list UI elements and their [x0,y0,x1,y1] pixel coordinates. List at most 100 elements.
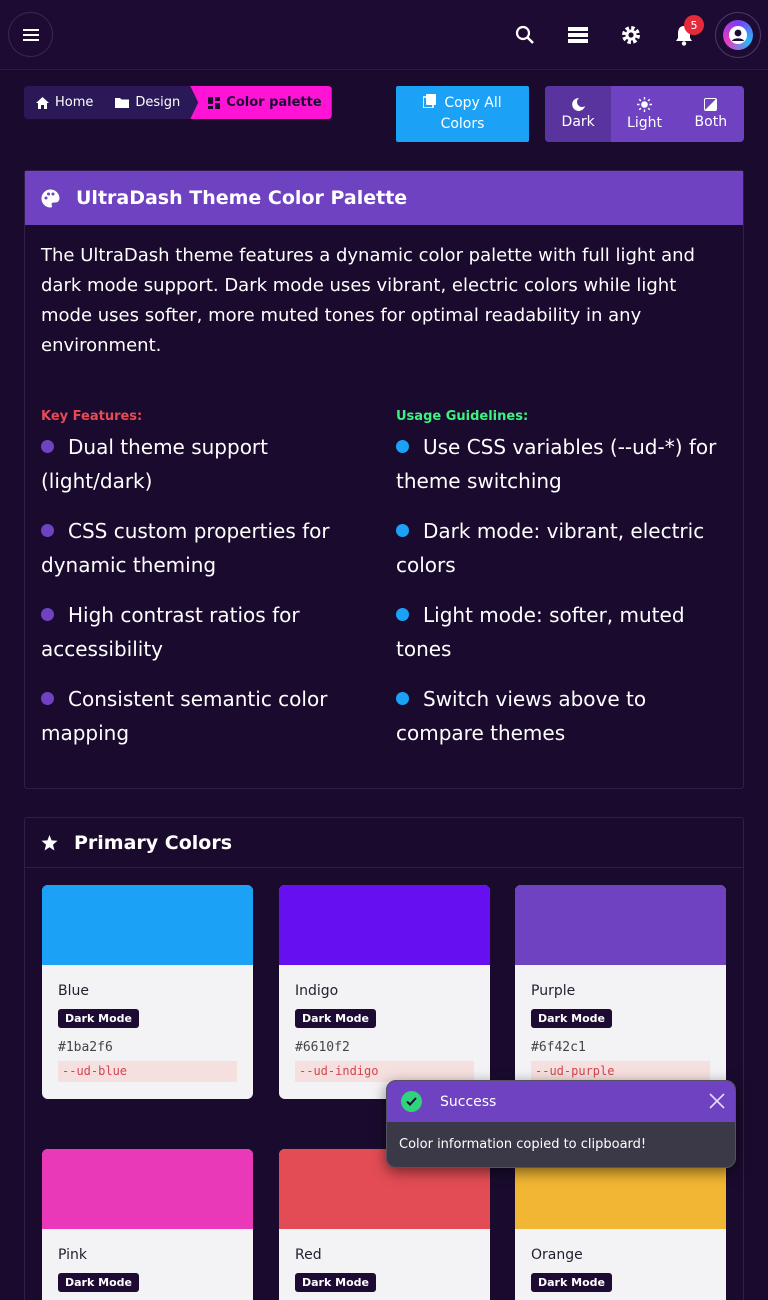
grid-icon [208,96,221,109]
folder-icon [115,98,130,108]
swatch-card-pink[interactable]: Pink Dark Mode [42,1149,253,1300]
view-both-label: Both [694,114,728,130]
color-preview [42,885,253,965]
primary-colors-header: Primary Colors [25,818,743,868]
info-circle-icon [396,608,409,621]
intro-card: UltraDash Theme Color Palette The UltraD… [24,170,744,789]
breadcrumb-design-label: Design [135,95,181,110]
css-variable: --ud-indigo [295,1061,474,1082]
copy-all-colors-button[interactable]: Copy All Colors [396,86,529,142]
guideline-text: Dark mode: vibrant, electric colors [396,519,705,577]
hex-value: #1ba2f6 [58,1040,113,1055]
breadcrumb: Home Design Color palette [24,86,332,119]
info-circle-icon [396,692,409,705]
swatch-name: Purple [531,983,576,999]
close-icon [709,1093,725,1109]
feature-item: Consistent semantic color mapping [41,682,381,750]
sun-icon [636,97,652,112]
guideline-item: Light mode: softer, muted tones [396,598,736,666]
swatch-card-indigo[interactable]: Indigo Dark Mode #6610f2 --ud-indigo [279,885,490,1099]
check-circle-icon [41,608,54,621]
primary-colors-card: Primary Colors Blue Dark Mode #1ba2f6 --… [24,817,744,1300]
check-circle-icon [41,440,54,453]
layers-icon [568,27,588,43]
swatch-name: Blue [58,983,89,999]
hex-value: #6610f2 [295,1040,350,1055]
layers-button[interactable] [565,22,591,48]
feature-item: Dual theme support (light/dark) [41,430,381,498]
notification-badge: 5 [684,15,704,35]
check-circle-icon [41,524,54,537]
primary-colors-title: Primary Colors [74,831,233,854]
success-toast: Success Color information copied to clip… [386,1080,736,1168]
mode-badge: Dark Mode [531,1273,612,1292]
settings-button[interactable] [618,22,644,48]
info-circle-icon [396,524,409,537]
breadcrumb-home[interactable]: Home [24,86,103,119]
star-icon [41,834,58,850]
guideline-text: Use CSS variables (--ud-*) for theme swi… [396,435,717,493]
guideline-item: Use CSS variables (--ud-*) for theme swi… [396,430,736,498]
search-button[interactable] [512,22,538,48]
home-icon [36,96,49,109]
usage-guidelines: Usage Guidelines: Use CSS variables (--u… [396,409,736,766]
mode-badge: Dark Mode [531,1009,612,1028]
usage-guidelines-title: Usage Guidelines: [396,409,529,424]
view-toggle: Dark Light Both [545,86,744,142]
info-circle-icon [396,440,409,453]
avatar-button[interactable] [715,12,761,58]
check-circle-icon [41,692,54,705]
view-light-button[interactable]: Light [611,86,677,142]
view-dark-button[interactable]: Dark [545,86,612,142]
moon-icon [571,98,585,111]
color-preview [42,1149,253,1229]
guideline-text: Switch views above to compare themes [396,687,647,745]
palette-icon [41,189,60,207]
user-icon [729,26,747,44]
swatch-card-red[interactable]: Red Dark Mode [279,1149,490,1300]
intro-description: The UltraDash theme features a dynamic c… [41,245,695,356]
mode-badge: Dark Mode [58,1273,139,1292]
toast-title: Success [440,1093,497,1110]
menu-button[interactable] [8,12,53,57]
avatar [723,20,753,50]
key-features-title: Key Features: [41,409,143,424]
mode-badge: Dark Mode [295,1273,376,1292]
feature-text: CSS custom properties for dynamic themin… [41,519,330,577]
color-preview [279,885,490,965]
guideline-item: Dark mode: vibrant, electric colors [396,514,736,582]
contrast-icon [704,98,718,111]
swatch-card-blue[interactable]: Blue Dark Mode #1ba2f6 --ud-blue [42,885,253,1099]
view-light-label: Light [627,115,662,131]
swatch-card-purple[interactable]: Purple Dark Mode #6f42c1 --ud-purple [515,885,726,1099]
copy-all-label-line1: Copy All [444,95,502,111]
swatch-card-orange[interactable]: Orange Dark Mode [515,1149,726,1300]
breadcrumb-current-label: Color palette [226,95,322,110]
mode-badge: Dark Mode [58,1009,139,1028]
breadcrumb-color-palette: Color palette [190,86,332,119]
feature-item: High contrast ratios for accessibility [41,598,381,666]
breadcrumb-design[interactable]: Design [103,86,190,119]
breadcrumb-home-label: Home [55,95,94,110]
intro-title: UltraDash Theme Color Palette [76,187,408,209]
color-preview [515,885,726,965]
feature-text: Consistent semantic color mapping [41,687,328,745]
swatch-name: Indigo [295,983,339,999]
intro-card-header: UltraDash Theme Color Palette [25,171,743,225]
guideline-item: Switch views above to compare themes [396,682,736,750]
view-both-button[interactable]: Both [678,86,744,142]
top-bar: 5 [0,0,768,70]
toast-close-button[interactable] [707,1091,727,1111]
copy-all-label-line2: Colors [440,116,485,132]
key-features: Key Features: Dual theme support (light/… [41,409,381,766]
toast-header: Success [387,1081,735,1122]
mode-badge: Dark Mode [295,1009,376,1028]
feature-item: CSS custom properties for dynamic themin… [41,514,381,582]
hex-value: #6f42c1 [531,1040,586,1055]
guideline-text: Light mode: softer, muted tones [396,603,685,661]
copy-icon [422,94,437,109]
swatch-name: Orange [531,1247,583,1263]
view-dark-label: Dark [561,114,595,130]
toast-message: Color information copied to clipboard! [399,1137,647,1152]
swatch-name: Red [295,1247,322,1263]
